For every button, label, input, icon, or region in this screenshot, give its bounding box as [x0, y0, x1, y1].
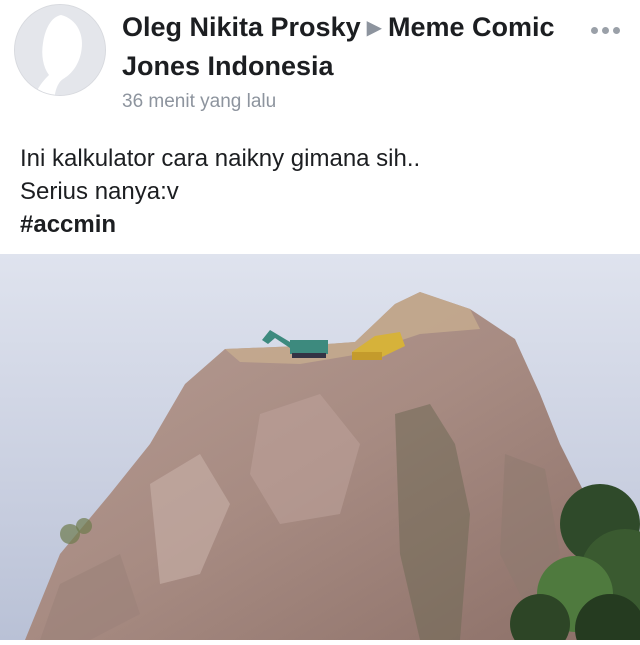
triangle-right-icon: ▶ — [366, 17, 382, 39]
more-horizontal-icon — [590, 26, 598, 34]
more-dot — [601, 26, 609, 34]
post-header: Oleg Nikita Prosky ▶ Meme Comic Jones Indo… — [0, 0, 640, 250]
default-avatar-icon — [15, 5, 105, 95]
post-timestamp[interactable]: 36 menit yang lalu — [122, 91, 276, 113]
more-options-button[interactable] — [584, 18, 626, 42]
post-text: Ini kalkulator cara naikny gimana sih.. … — [20, 142, 620, 241]
post-text-line: Serius nanya:v — [20, 178, 179, 205]
more-dot — [612, 26, 620, 34]
post-photo[interactable] — [0, 254, 640, 645]
post-author-line: Oleg Nikita Prosky ▶ Meme Comic Jones Indo… — [122, 8, 562, 85]
avatar[interactable] — [14, 4, 106, 96]
author-name[interactable]: Oleg Nikita Prosky — [122, 12, 361, 42]
hashtag-link[interactable]: #accmin — [20, 208, 620, 241]
post-text-line: Ini kalkulator cara naikny gimana sih.. — [20, 145, 421, 172]
rock-hill-photo — [0, 254, 640, 645]
